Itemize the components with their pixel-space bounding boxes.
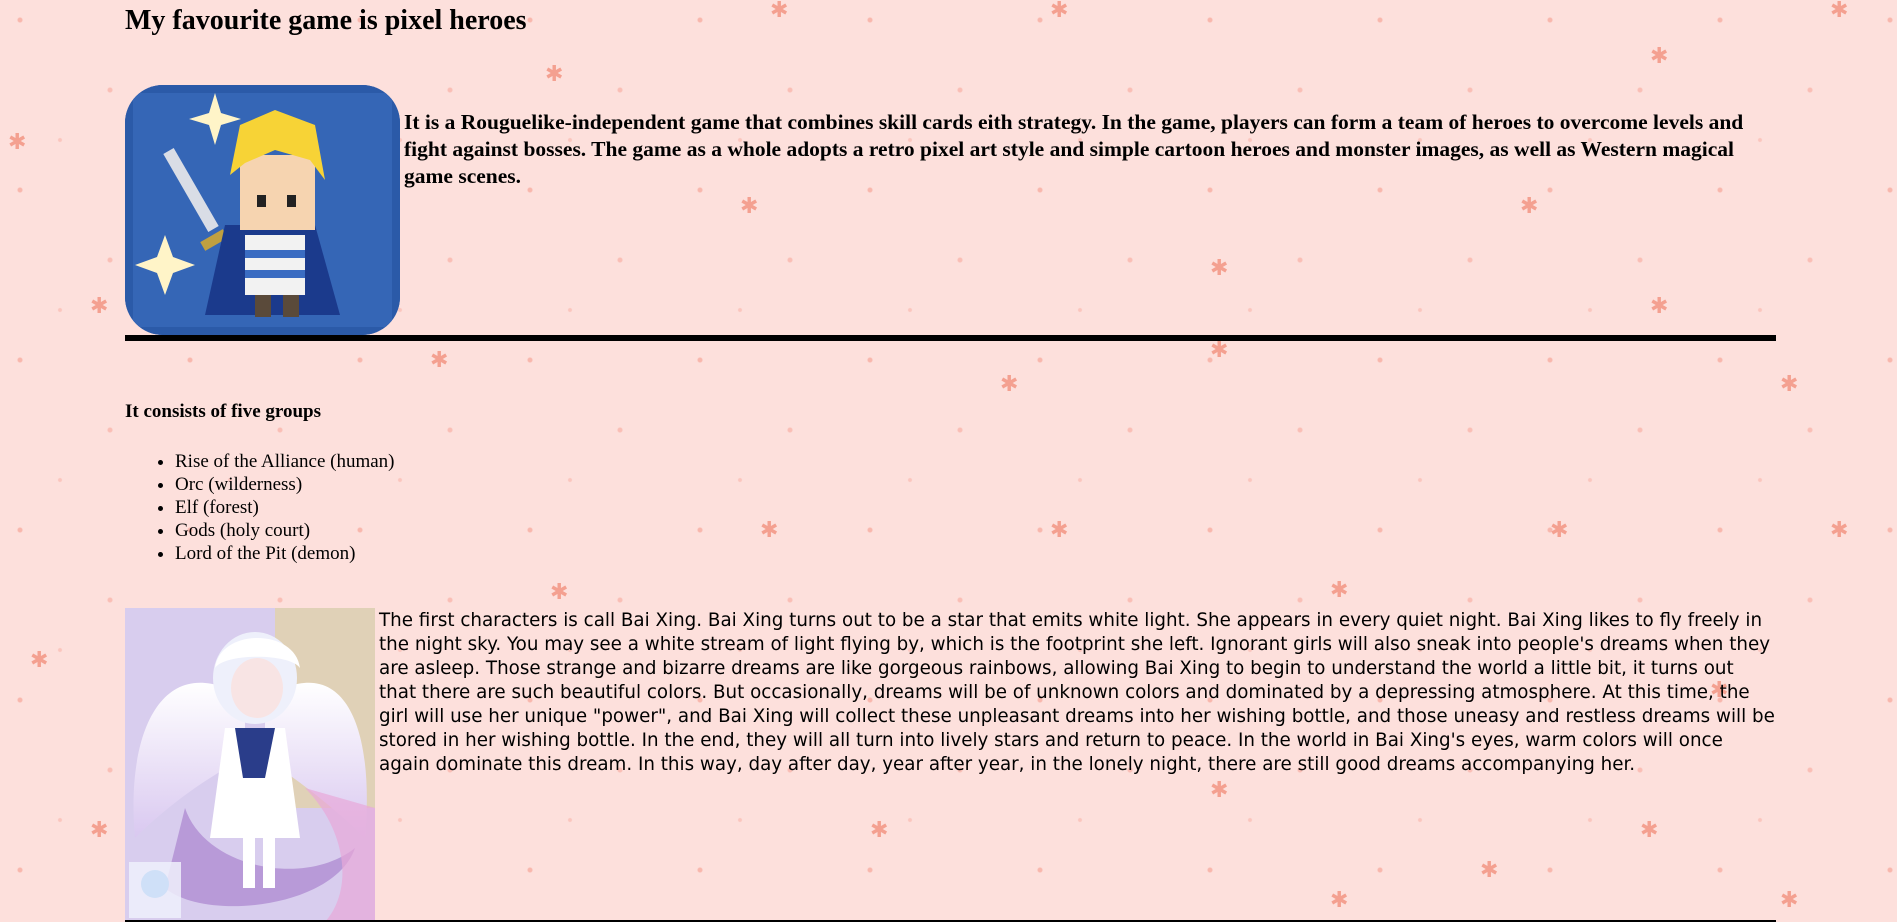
bai-xing-illustration [125, 608, 375, 922]
list-item: Gods (holy court) [175, 519, 395, 542]
list-item: Elf (forest) [175, 496, 395, 519]
groups-list: Rise of the Alliance (human) Orc (wilder… [125, 450, 395, 565]
character-description: The first characters is call Bai Xing. B… [379, 610, 1775, 775]
intro-section: It is a Rouguelike-independent game that… [125, 85, 1776, 335]
page-title: My favourite game is pixel heroes [125, 5, 527, 36]
list-item: Orc (wilderness) [175, 473, 395, 496]
section-divider [125, 335, 1776, 341]
angel-character-art [125, 608, 375, 922]
pixel-hero-app-icon [125, 85, 400, 335]
list-item: Lord of the Pit (demon) [175, 542, 395, 565]
pixel-hero-icon [125, 85, 400, 335]
intro-paragraph: It is a Rouguelike-independent game that… [404, 110, 1744, 188]
groups-heading: It consists of five groups [125, 401, 321, 422]
list-item: Rise of the Alliance (human) [175, 450, 395, 473]
character-section: The first characters is call Bai Xing. B… [125, 608, 1776, 922]
